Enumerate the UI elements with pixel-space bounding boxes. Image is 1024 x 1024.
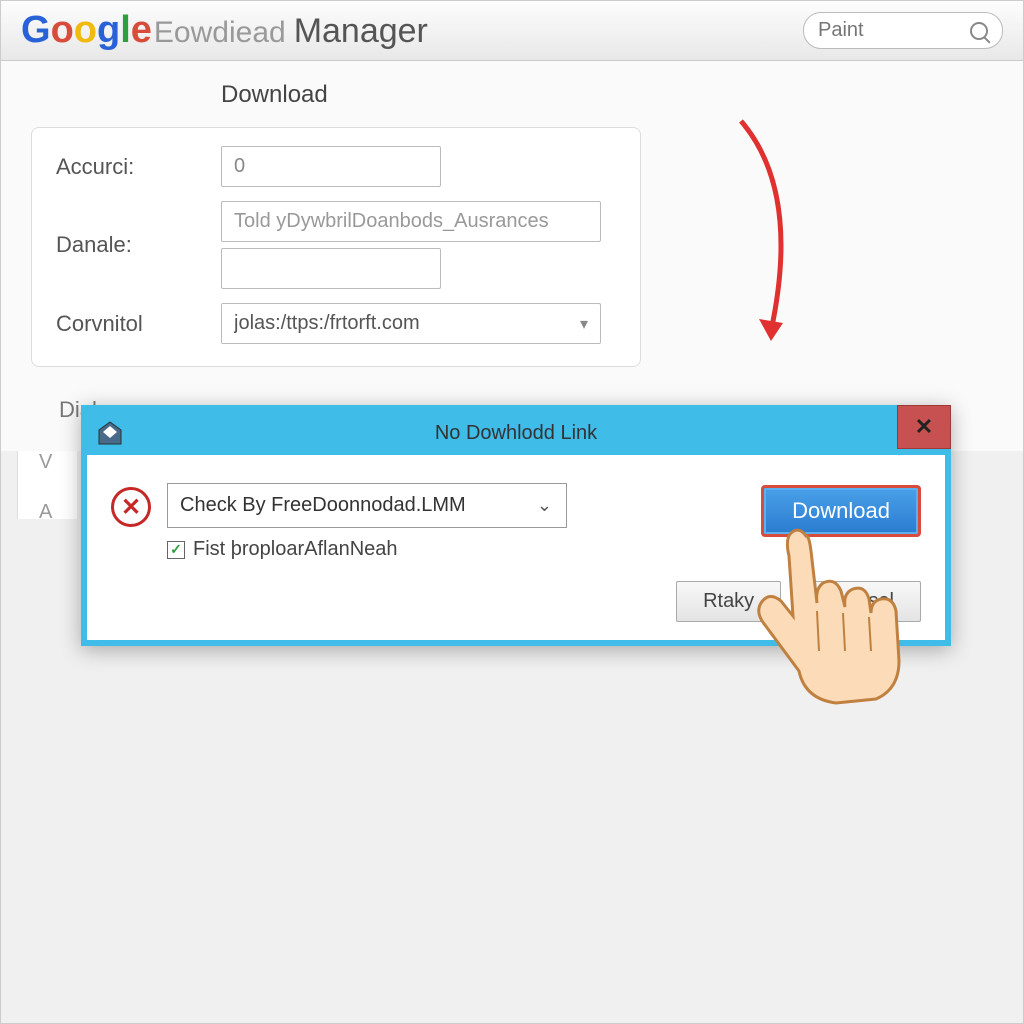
search-box[interactable] bbox=[803, 12, 1003, 49]
form-panel: Accurci: Danale: Corvnitol ▾ bbox=[31, 127, 641, 367]
input-danale-2[interactable] bbox=[221, 248, 441, 289]
cancel-button[interactable]: ansel bbox=[795, 581, 921, 622]
dialog-mid: ⌄ ✓ Fist þroploarAflanNeah bbox=[167, 483, 745, 561]
app-header: Google Eowdiead Manager bbox=[1, 1, 1023, 61]
checkbox-label: Fist þroploarAflanNeah bbox=[193, 538, 398, 561]
label-accurci: Accurci: bbox=[56, 154, 221, 180]
app-icon bbox=[97, 420, 123, 446]
close-button[interactable]: ✕ bbox=[897, 405, 951, 449]
app-logo: Google Eowdiead Manager bbox=[21, 9, 428, 52]
dialog-combo-input[interactable] bbox=[168, 484, 523, 527]
label-corvnitol: Corvnitol bbox=[56, 311, 221, 337]
row-corvnitol: Corvnitol ▾ bbox=[56, 303, 616, 344]
dialog-body: ✕ ⌄ ✓ Fist þroploarAflanNeah Download bbox=[87, 455, 945, 571]
combo-corvnitol[interactable]: ▾ bbox=[221, 303, 601, 344]
chevron-down-icon[interactable]: ▾ bbox=[568, 314, 600, 334]
retry-button[interactable]: Rtaky bbox=[676, 581, 781, 622]
chevron-down-icon[interactable]: ⌄ bbox=[523, 495, 566, 516]
logo-subword: Eowdiead bbox=[154, 16, 286, 50]
input-danale[interactable] bbox=[221, 201, 601, 242]
logo-manager: Manager bbox=[294, 12, 428, 51]
row-accurci: Accurci: bbox=[56, 146, 616, 187]
bg-l2: A bbox=[39, 501, 52, 524]
dialog-footer: Rtaky ansel bbox=[87, 571, 945, 640]
close-icon: ✕ bbox=[915, 414, 933, 440]
label-danale: Danale: bbox=[56, 232, 221, 258]
dialog-title: No Dowhlodd Link bbox=[435, 422, 597, 445]
input-accurci[interactable] bbox=[221, 146, 441, 187]
checkbox-row[interactable]: ✓ Fist þroploarAflanNeah bbox=[167, 538, 745, 561]
checkbox-icon[interactable]: ✓ bbox=[167, 541, 185, 559]
error-icon: ✕ bbox=[111, 487, 151, 527]
main-content: Download Accurci: Danale: Corvnitol ▾ Di… bbox=[1, 61, 1023, 451]
section-title: Download bbox=[221, 81, 993, 109]
bg-l1: V bbox=[39, 451, 52, 474]
row-danale: Danale: bbox=[56, 201, 616, 289]
search-input[interactable] bbox=[818, 19, 970, 42]
input-corvnitol[interactable] bbox=[222, 304, 568, 343]
dialog: No Dowhlodd Link ✕ ✕ ⌄ ✓ Fist þroploarAf… bbox=[81, 405, 951, 646]
search-icon[interactable] bbox=[970, 22, 988, 40]
dialog-titlebar[interactable]: No Dowhlodd Link ✕ bbox=[87, 411, 945, 455]
download-button[interactable]: Download bbox=[761, 485, 921, 537]
dialog-combo[interactable]: ⌄ bbox=[167, 483, 567, 528]
